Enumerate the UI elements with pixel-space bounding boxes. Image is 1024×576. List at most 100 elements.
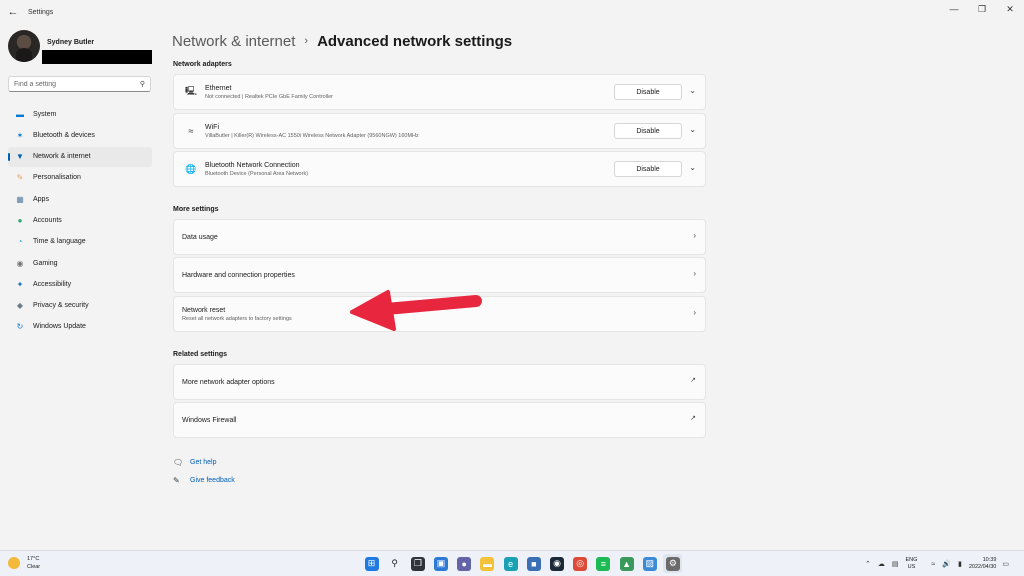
sidebar-item-windows-update[interactable]: ↻ Windows Update bbox=[8, 317, 152, 337]
notification-icon[interactable]: ▭ bbox=[1002, 560, 1009, 568]
sidebar-item-privacy-security[interactable]: ◆ Privacy & security bbox=[8, 296, 152, 316]
search-icon[interactable]: ⚲ bbox=[385, 554, 404, 573]
arrow-head bbox=[350, 290, 396, 331]
setting-title: Windows Firewall bbox=[182, 416, 237, 424]
chrome-icon[interactable]: ◎ bbox=[571, 554, 590, 573]
sidebar-item-system[interactable]: ▬ System bbox=[8, 104, 152, 124]
taskbar: 17°C Clear ⊞ ⚲ ❐ ▣ ● ▬ e ■ ◉ ◎ ≡ ▲ ▨ ⚙ ⌃ ☁ ▤ ENG US ≈… bbox=[0, 550, 1024, 576]
get-help-label: Get help bbox=[190, 458, 217, 466]
sidebar-nav: ▬ System ✶ Bluetooth & devices ▼ Network & in… bbox=[8, 104, 152, 338]
disable-button[interactable]: Disable bbox=[614, 161, 682, 177]
close-icon[interactable]: ✕ bbox=[996, 0, 1024, 18]
windows-firewall-card[interactable]: Windows Firewall ↗ bbox=[173, 402, 706, 438]
adapter-detail: Not connected | Realtek PCIe GbE Family … bbox=[205, 93, 333, 100]
chevron-down-icon[interactable]: ⌄ bbox=[689, 86, 696, 95]
chevron-right-icon: › bbox=[693, 269, 696, 278]
sidebar-item-bluetooth-devices[interactable]: ✶ Bluetooth & devices bbox=[8, 125, 152, 145]
search-input[interactable] bbox=[14, 80, 134, 88]
adapter-name: Ethernet bbox=[205, 84, 232, 92]
chevron-down-icon[interactable]: ⌄ bbox=[689, 163, 696, 172]
language-indicator[interactable]: ENG US bbox=[906, 557, 918, 571]
search-icon-glyph: ⚲ bbox=[391, 558, 398, 568]
widgets-icon-glyph: ▣ bbox=[434, 556, 449, 571]
chevron-down-icon[interactable]: ⌄ bbox=[689, 125, 696, 134]
windows-start-icon[interactable]: ⊞ bbox=[362, 554, 381, 573]
sidebar-item-apps[interactable]: ▦ Apps bbox=[8, 189, 152, 209]
disable-button[interactable]: Disable bbox=[614, 84, 682, 100]
app-title: Settings bbox=[28, 8, 54, 16]
clock[interactable]: 10:39 2022/04/30 bbox=[969, 557, 997, 571]
section-network-adapters: Network adapters bbox=[173, 61, 232, 68]
breadcrumb-separator-icon: › bbox=[304, 35, 309, 47]
back-arrow-icon[interactable]: ← bbox=[1, 0, 25, 24]
give-feedback-link[interactable]: ✎ Give feedback bbox=[173, 474, 235, 486]
adapter-card-bluetooth[interactable]: 🌐 Bluetooth Network Connection Bluetooth… bbox=[173, 151, 706, 187]
chevron-up-icon[interactable]: ⌃ bbox=[865, 560, 871, 568]
task-view-icon[interactable]: ❐ bbox=[408, 554, 427, 573]
sidebar-item-label: Privacy & security bbox=[33, 302, 89, 310]
adapter-card-ethernet[interactable]: 🖳 Ethernet Not connected | Realtek PCIe … bbox=[173, 74, 706, 110]
get-help-link[interactable]: 🗨 Get help bbox=[173, 456, 235, 468]
steam-icon[interactable]: ◉ bbox=[548, 554, 567, 573]
give-feedback-label: Give feedback bbox=[190, 476, 235, 484]
taskbar-apps: ⊞ ⚲ ❐ ▣ ● ▬ e ■ ◉ ◎ ≡ ▲ ▨ ⚙ bbox=[362, 554, 687, 573]
adapter-name: WiFi bbox=[205, 123, 219, 131]
user-profile[interactable]: Sydney Butler bbox=[8, 30, 158, 66]
volume-icon[interactable]: 🔊 bbox=[942, 560, 951, 568]
arrow-shaft bbox=[380, 295, 482, 315]
window-controls: — ❐ ✕ bbox=[940, 0, 1024, 18]
widgets-icon[interactable]: ▣ bbox=[432, 554, 451, 573]
edge-icon[interactable]: e bbox=[501, 554, 520, 573]
sidebar-item-gaming[interactable]: ◉ Gaming bbox=[8, 253, 152, 273]
search-icon: ⚲ bbox=[139, 81, 145, 88]
accessibility-icon: ✦ bbox=[16, 279, 24, 289]
external-link-icon: ↗ bbox=[690, 415, 696, 422]
photos-icon[interactable]: ▨ bbox=[640, 554, 659, 573]
store-icon[interactable]: ■ bbox=[524, 554, 543, 573]
file-explorer-icon[interactable]: ▬ bbox=[478, 554, 497, 573]
app-icon[interactable]: ▲ bbox=[617, 554, 636, 573]
brush-icon: ✎ bbox=[16, 173, 24, 183]
network-icon[interactable]: ▤ bbox=[892, 560, 899, 568]
search-box[interactable]: ⚲ bbox=[8, 76, 151, 92]
sidebar-item-time-language[interactable]: ◔ Time & language bbox=[8, 232, 152, 252]
wifi-icon: ≈ bbox=[188, 126, 194, 136]
clock-time: 10:39 bbox=[982, 557, 997, 563]
data-usage-card[interactable]: Data usage › bbox=[173, 219, 706, 255]
sidebar-item-accounts[interactable]: ● Accounts bbox=[8, 210, 152, 230]
lang-code: ENG bbox=[905, 557, 918, 563]
spotify-icon[interactable]: ≡ bbox=[594, 554, 613, 573]
profile-name: Sydney Butler bbox=[47, 39, 95, 46]
setting-subtitle: Reset all network adapters to factory se… bbox=[182, 315, 292, 322]
settings-icon[interactable]: ⚙ bbox=[663, 554, 683, 573]
restore-icon[interactable]: ❐ bbox=[968, 0, 996, 18]
setting-title: Data usage bbox=[182, 233, 218, 241]
weather-widget[interactable]: 17°C Clear bbox=[8, 555, 40, 571]
file-explorer-icon-glyph: ▬ bbox=[480, 556, 495, 571]
steam-icon-glyph: ◉ bbox=[550, 556, 564, 571]
section-more-settings: More settings bbox=[173, 206, 219, 213]
cloud-icon[interactable]: ☁ bbox=[878, 560, 885, 568]
shield-icon: ◆ bbox=[16, 301, 24, 311]
page-title: Advanced network settings bbox=[317, 32, 513, 50]
wifi-icon[interactable]: ≈ bbox=[931, 561, 935, 568]
gamepad-icon: ◉ bbox=[16, 258, 24, 268]
chevron-right-icon: › bbox=[693, 231, 696, 240]
chat-icon[interactable]: ● bbox=[455, 554, 474, 573]
person-icon: ● bbox=[17, 215, 23, 225]
sidebar-item-accessibility[interactable]: ✦ Accessibility bbox=[8, 274, 152, 294]
adapter-card-wifi[interactable]: ≈ WiFi VillaButler | Killer(R) Wireless-… bbox=[173, 113, 706, 149]
sidebar-item-label: Accounts bbox=[33, 216, 62, 224]
minimize-icon[interactable]: — bbox=[940, 0, 968, 18]
sidebar-item-network-internet[interactable]: ▼ Network & internet bbox=[8, 146, 152, 167]
redacted-email-block bbox=[42, 50, 152, 64]
more-adapter-options-card[interactable]: More network adapter options ↗ bbox=[173, 364, 706, 400]
avatar bbox=[8, 30, 40, 62]
sidebar-item-label: Apps bbox=[33, 195, 49, 203]
sidebar-item-personalisation[interactable]: ✎ Personalisation bbox=[8, 168, 152, 188]
breadcrumb-parent[interactable]: Network & internet bbox=[172, 33, 295, 50]
adapter-detail: Bluetooth Device (Personal Area Network) bbox=[205, 170, 309, 177]
battery-icon[interactable]: ▮ bbox=[958, 560, 962, 568]
app-icon-glyph: ▲ bbox=[619, 556, 634, 571]
disable-button[interactable]: Disable bbox=[614, 123, 682, 139]
